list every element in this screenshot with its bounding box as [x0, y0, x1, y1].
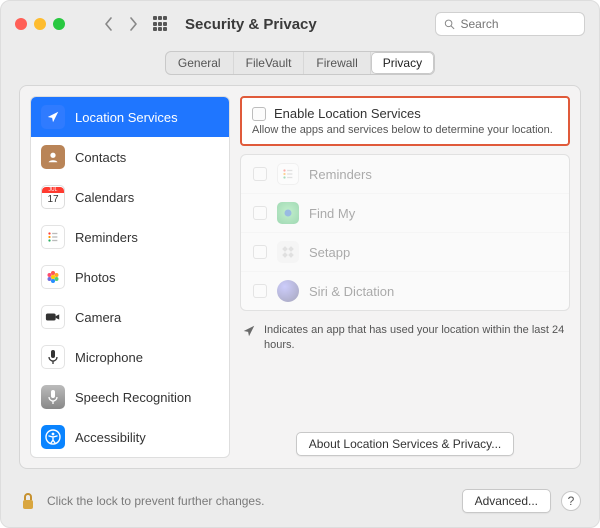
app-label: Siri & Dictation [309, 284, 394, 299]
sidebar-item-calendars[interactable]: JUL 17 Calendars [31, 177, 229, 217]
minimize-icon[interactable] [34, 18, 46, 30]
advanced-button[interactable]: Advanced... [462, 489, 551, 513]
enable-location-label: Enable Location Services [274, 106, 421, 121]
app-label: Setapp [309, 245, 350, 260]
enable-location-sub: Allow the apps and services below to det… [252, 124, 558, 136]
app-checkbox[interactable] [253, 284, 267, 298]
app-row-reminders[interactable]: Reminders [241, 155, 569, 194]
speech-icon [41, 385, 65, 409]
app-checkbox[interactable] [253, 245, 267, 259]
show-all-icon[interactable] [153, 16, 169, 32]
setapp-icon [277, 241, 299, 263]
sidebar-item-label: Speech Recognition [75, 390, 191, 405]
sidebar-item-label: Microphone [75, 350, 143, 365]
app-row-findmy[interactable]: Find My [241, 194, 569, 233]
nav-arrows [99, 14, 143, 34]
forward-button[interactable] [123, 14, 143, 34]
search-field[interactable] [435, 12, 585, 36]
back-button[interactable] [99, 14, 119, 34]
sidebar-item-speech-recognition[interactable]: Speech Recognition [31, 377, 229, 417]
about-location-button[interactable]: About Location Services & Privacy... [296, 432, 515, 456]
window-controls [15, 18, 65, 30]
location-usage-note: Indicates an app that has used your loca… [242, 323, 568, 353]
photos-icon [41, 265, 65, 289]
search-input[interactable] [461, 17, 577, 31]
contacts-icon [41, 145, 65, 169]
sidebar-item-reminders[interactable]: Reminders [31, 217, 229, 257]
tab-privacy[interactable]: Privacy [371, 52, 434, 74]
microphone-icon [41, 345, 65, 369]
close-icon[interactable] [15, 18, 27, 30]
app-row-setapp[interactable]: Setapp [241, 233, 569, 272]
sidebar-item-label: Calendars [75, 190, 134, 205]
sidebar-item-accessibility[interactable]: Accessibility [31, 417, 229, 457]
tab-general[interactable]: General [166, 52, 234, 74]
sidebar-item-photos[interactable]: Photos [31, 257, 229, 297]
app-row-siri[interactable]: Siri & Dictation [241, 272, 569, 310]
sidebar-item-location-services[interactable]: Location Services [31, 97, 229, 137]
zoom-icon[interactable] [53, 18, 65, 30]
app-label: Reminders [309, 167, 372, 182]
content-area: Location Services Contacts JUL 17 Calend… [19, 85, 581, 469]
enable-location-checkbox[interactable] [252, 107, 266, 121]
location-arrow-icon [242, 324, 256, 338]
findmy-icon [277, 202, 299, 224]
sidebar-item-label: Camera [75, 310, 121, 325]
about-row: About Location Services & Privacy... [240, 426, 570, 458]
sidebar-item-label: Location Services [75, 110, 178, 125]
sidebar-item-label: Photos [75, 270, 115, 285]
siri-icon [277, 280, 299, 302]
tabs-row: General FileVault Firewall Privacy [1, 47, 599, 85]
search-icon [444, 18, 455, 30]
sidebar-item-microphone[interactable]: Microphone [31, 337, 229, 377]
window-title: Security & Privacy [185, 16, 317, 33]
accessibility-icon [41, 425, 65, 449]
sidebar-item-label: Accessibility [75, 430, 146, 445]
reminders-icon [41, 225, 65, 249]
reminders-icon [277, 163, 299, 185]
tab-filevault[interactable]: FileVault [234, 52, 305, 74]
privacy-sidebar: Location Services Contacts JUL 17 Calend… [30, 96, 230, 458]
sidebar-item-label: Reminders [75, 230, 138, 245]
app-list[interactable]: Reminders Find My Setapp [240, 154, 570, 311]
titlebar: Security & Privacy [1, 1, 599, 47]
calendar-icon: JUL 17 [41, 185, 65, 209]
tab-firewall[interactable]: Firewall [304, 52, 370, 74]
camera-icon [41, 305, 65, 329]
note-text: Indicates an app that has used your loca… [264, 323, 568, 353]
app-label: Find My [309, 206, 355, 221]
detail-pane: Enable Location Services Allow the apps … [240, 96, 570, 458]
enable-location-box: Enable Location Services Allow the apps … [240, 96, 570, 146]
location-arrow-icon [41, 105, 65, 129]
lock-icon[interactable] [19, 490, 37, 512]
app-checkbox[interactable] [253, 206, 267, 220]
sidebar-item-label: Contacts [75, 150, 126, 165]
tab-group: General FileVault Firewall Privacy [165, 51, 435, 75]
sidebar-item-camera[interactable]: Camera [31, 297, 229, 337]
sidebar-item-contacts[interactable]: Contacts [31, 137, 229, 177]
footer: Click the lock to prevent further change… [1, 479, 599, 527]
app-checkbox[interactable] [253, 167, 267, 181]
lock-text: Click the lock to prevent further change… [47, 494, 264, 508]
help-button[interactable]: ? [561, 491, 581, 511]
preferences-window: Security & Privacy General FileVault Fir… [0, 0, 600, 528]
